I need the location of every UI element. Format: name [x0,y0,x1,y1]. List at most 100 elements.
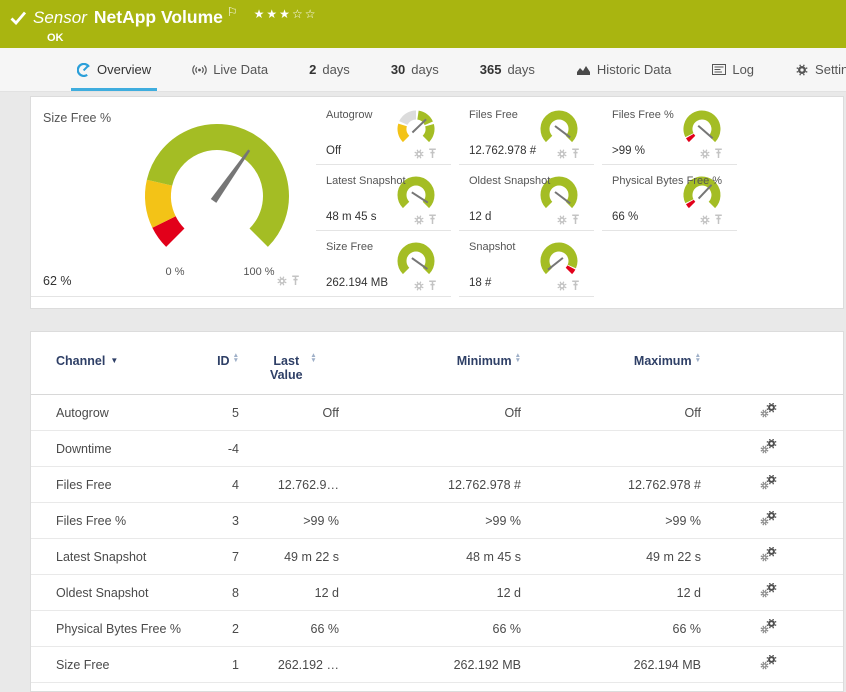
gauge-settings-icon[interactable] [557,281,567,291]
tab-label: days [322,62,349,77]
table-row: Autogrow 5 Off Off Off [31,395,843,431]
pin-icon[interactable] [428,148,437,159]
tab-number: 2 [309,62,316,77]
gauge-settings-icon[interactable] [414,281,424,291]
gear-glyph [557,149,567,159]
sort-icon: ▲▼ [310,354,316,363]
channel-name-cell: Files Free % [31,503,201,539]
pin-icon[interactable] [571,214,580,225]
gauge-tile-latest-snapshot: Latest Snapshot 48 m 45 s [316,165,451,231]
tab-live-data[interactable]: Live Data [190,48,270,91]
table-row: Oldest Snapshot 8 12 d 12 d 12 d [31,575,843,611]
channel-name-cell: Autogrow [31,395,201,431]
gauge-settings-icon[interactable] [414,215,424,225]
pin-icon[interactable] [571,280,580,291]
tab-365-days[interactable]: 365 days [478,48,537,91]
minimum-cell: Off [343,395,525,431]
minimum-cell [343,431,525,467]
tab-label: Log [732,62,754,77]
star-icon[interactable]: ★ [266,7,279,21]
gauge-tile-value: 48 m 45 s [326,211,377,223]
channel-settings-icon[interactable] [760,439,778,455]
channel-id-cell: 5 [201,395,243,431]
pin-glyph [428,148,437,159]
gauge-settings-icon[interactable] [700,149,710,159]
gauge-tile-value: 12.762.978 # [469,145,536,157]
pin-glyph [428,280,437,291]
gear-icon [795,63,809,77]
table-row: Size Free 1 262.192 … 262.192 MB 262.194… [31,647,843,683]
table-row: Downtime -4 [31,431,843,467]
gauge-tile-autogrow: Autogrow Off [316,99,451,165]
tab-label: days [411,62,438,77]
page-title: NetApp Volume [94,7,223,28]
pin-glyph [428,214,437,225]
gauge-tile-label: Files Free [469,109,594,121]
tab-2-days[interactable]: 2 days [307,48,352,91]
channel-settings-icon[interactable] [760,547,778,563]
maximum-cell: Off [525,395,705,431]
channel-settings-glyph [760,619,778,635]
tab-number: 365 [480,62,502,77]
pin-icon[interactable] [428,280,437,291]
gear-glyph [557,281,567,291]
pin-icon[interactable] [571,148,580,159]
last-value-cell: 12 d [243,575,343,611]
channel-settings-glyph [760,475,778,491]
gear-glyph [277,276,287,286]
tab-historic-data[interactable]: Historic Data [574,48,673,91]
channel-settings-icon[interactable] [760,475,778,491]
gauge-icon [77,63,91,77]
channel-settings-glyph [760,583,778,599]
main-gauge-chart [101,111,333,263]
gauge-settings-icon[interactable] [700,215,710,225]
tab-30-days[interactable]: 30days [389,48,441,91]
tab-log[interactable]: Log [710,48,756,91]
tab-label: Settings [815,62,846,77]
priority-stars[interactable]: ★★★☆☆ [254,7,318,21]
pin-glyph [291,275,300,286]
tab-settings[interactable]: Settings [793,48,846,91]
channel-settings-icon[interactable] [760,511,778,527]
channel-settings-icon[interactable] [760,619,778,635]
gauge-settings-icon[interactable] [414,149,424,159]
tab-label: Live Data [213,62,268,77]
star-icon[interactable]: ☆ [292,7,305,21]
tab-bar: OverviewLive Data2days30days365daysHisto… [0,48,846,92]
gauges-panel: Size Free % 0 % 100 % 62 % Autogrow Off … [30,96,844,309]
tab-overview[interactable]: Overview [75,48,153,91]
channel-id-cell: 1 [201,647,243,683]
gauge-tiles-grid: Autogrow Off Files Free 12.762.978 # Fil… [316,99,745,308]
channel-settings-icon[interactable] [760,403,778,419]
column-header-maximum[interactable]: Maximum▲▼ [525,340,705,395]
channel-id-cell: 7 [201,539,243,575]
minimum-cell: 12.762.978 # [343,467,525,503]
pin-icon[interactable] [714,148,723,159]
tab-label: days [507,62,534,77]
gauge-settings-icon[interactable] [557,215,567,225]
pin-glyph [714,148,723,159]
table-row: Latest Snapshot 7 49 m 22 s 48 m 45 s 49… [31,539,843,575]
column-header-minimum[interactable]: Minimum▲▼ [343,340,525,395]
tab-label: Historic Data [597,62,671,77]
sensor-status-badge: OK [47,32,846,44]
pin-glyph [571,214,580,225]
column-header-last-value[interactable]: Last Value▲▼ [243,340,343,395]
channel-settings-icon[interactable] [760,655,778,671]
pin-icon[interactable] [428,214,437,225]
flag-icon[interactable]: ⚐ [227,5,238,19]
star-icon[interactable]: ☆ [305,7,318,21]
column-header-channel[interactable]: Channel▼ [31,340,201,395]
channel-settings-icon[interactable] [760,583,778,599]
star-icon[interactable]: ★ [279,7,292,21]
table-row: Files Free % 3 >99 % >99 % >99 % [31,503,843,539]
gauge-settings-icon[interactable] [277,276,287,286]
column-header-id[interactable]: ID▲▼ [201,340,243,395]
channel-name-cell: Downtime [31,431,201,467]
channel-id-cell: 4 [201,467,243,503]
star-icon[interactable]: ★ [254,7,267,21]
pin-icon[interactable] [714,214,723,225]
pin-icon[interactable] [291,275,300,286]
gauge-settings-icon[interactable] [557,149,567,159]
gauge-tile-label: Size Free [326,241,451,253]
